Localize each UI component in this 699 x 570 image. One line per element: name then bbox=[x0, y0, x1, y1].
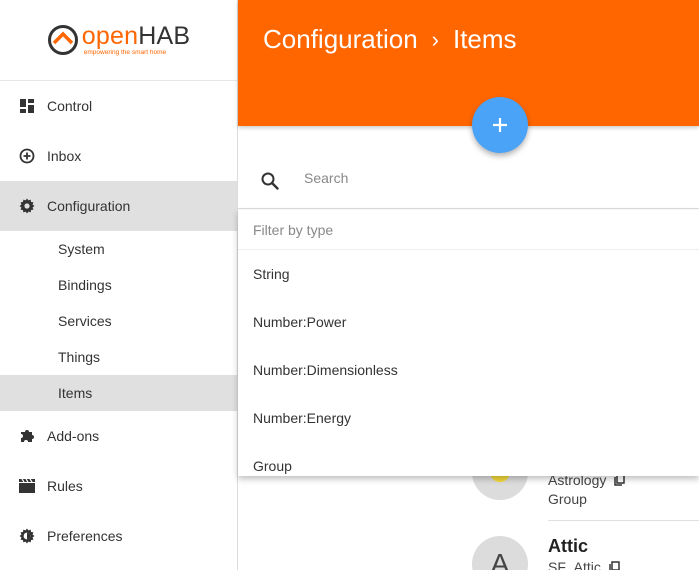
breadcrumb-separator: › bbox=[431, 26, 439, 52]
sidebar-item-label: Add-ons bbox=[47, 428, 100, 444]
breadcrumb-configuration[interactable]: Configuration bbox=[263, 24, 418, 55]
filter-dropdown: String Number:Power Number:Dimensionless… bbox=[238, 210, 699, 476]
sidebar-item-label: Preferences bbox=[47, 528, 123, 544]
logo[interactable]: openHAB empowering the smart home bbox=[0, 0, 237, 81]
logo-text: openHAB empowering the smart home bbox=[81, 21, 191, 57]
sidebar-item-label: Control bbox=[47, 98, 93, 114]
settings-outline-icon bbox=[19, 528, 35, 544]
sidebar-subitem-bindings[interactable]: Bindings bbox=[0, 267, 237, 303]
list-divider bbox=[548, 520, 699, 521]
page-header: Configuration › Items bbox=[238, 0, 699, 126]
sidebar-item-label: Configuration bbox=[47, 198, 131, 214]
sidebar-item-inbox[interactable]: Inbox bbox=[0, 131, 237, 181]
breadcrumb: Configuration › Items bbox=[263, 24, 517, 55]
sidebar-subitem-system[interactable]: System bbox=[0, 231, 237, 267]
puzzle-icon bbox=[19, 428, 35, 444]
sidebar-subitem-items[interactable]: Items bbox=[0, 375, 237, 411]
filter-by-type-input[interactable] bbox=[238, 210, 699, 250]
filter-option-number-dimensionless[interactable]: Number:Dimensionless bbox=[238, 346, 699, 394]
filter-option-group[interactable]: Group bbox=[238, 442, 699, 476]
dashboard-icon bbox=[19, 98, 35, 114]
sidebar: openHAB empowering the smart home Contro… bbox=[0, 0, 238, 570]
search-icon bbox=[261, 172, 279, 190]
item-list: Astrology Group A Attic SF_Attic bbox=[238, 444, 699, 570]
breadcrumb-items: Items bbox=[452, 24, 517, 54]
filter-option-string[interactable]: String bbox=[238, 250, 699, 298]
item-label: SF_Attic bbox=[548, 559, 621, 570]
sidebar-item-addons[interactable]: Add-ons bbox=[0, 411, 237, 461]
search-input[interactable] bbox=[304, 170, 684, 186]
sidebar-item-rules[interactable]: Rules bbox=[0, 461, 237, 511]
sidebar-item-configuration[interactable]: Configuration bbox=[0, 181, 237, 231]
search-bar bbox=[238, 150, 699, 209]
filter-option-number-energy[interactable]: Number:Energy bbox=[238, 394, 699, 442]
add-item-button[interactable] bbox=[472, 97, 528, 153]
plus-icon bbox=[493, 118, 507, 132]
sidebar-item-preferences[interactable]: Preferences bbox=[0, 511, 237, 561]
sidebar-nav: Control Inbox Configuration System Bindi… bbox=[0, 81, 237, 561]
item-type: Group bbox=[548, 491, 587, 507]
gear-icon bbox=[19, 198, 35, 214]
logo-title: openHAB bbox=[81, 21, 191, 50]
filter-option-number-power[interactable]: Number:Power bbox=[238, 298, 699, 346]
item-name[interactable]: Attic bbox=[548, 536, 588, 557]
copy-icon[interactable] bbox=[609, 561, 621, 570]
logo-tagline: empowering the smart home bbox=[83, 48, 167, 56]
openhab-logo-icon bbox=[47, 25, 78, 55]
clapperboard-icon bbox=[19, 478, 35, 494]
sidebar-item-label: Rules bbox=[47, 478, 83, 494]
sidebar-subitem-services[interactable]: Services bbox=[0, 303, 237, 339]
sidebar-item-label: Inbox bbox=[47, 148, 82, 164]
add-circle-icon bbox=[19, 148, 35, 164]
sidebar-item-control[interactable]: Control bbox=[0, 81, 237, 131]
sidebar-subitem-things[interactable]: Things bbox=[0, 339, 237, 375]
avatar: A bbox=[472, 536, 528, 570]
